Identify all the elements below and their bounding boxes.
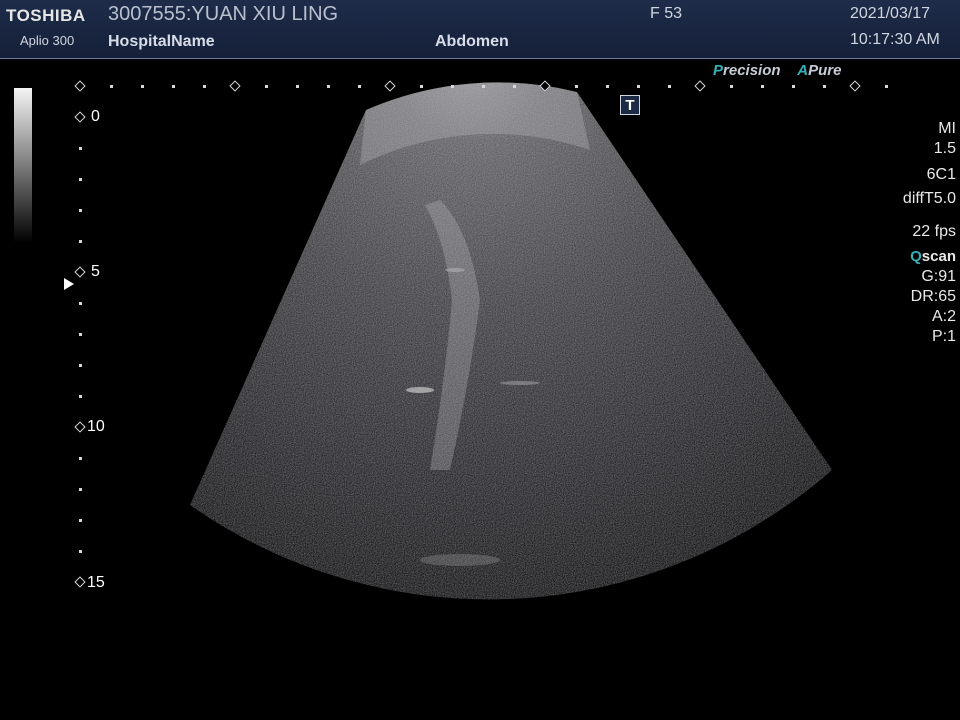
depth-scale-minor-tick [79, 333, 82, 336]
dynamic-range-value: DR:65 [910, 288, 956, 305]
lateral-scale-minor-tick [203, 85, 206, 88]
depth-label-5: 5 [91, 263, 100, 280]
lateral-scale-minor-tick [761, 85, 764, 88]
imaging-mode: diffT5.0 [902, 190, 956, 207]
precision-apure-badge: Precision APure [713, 62, 842, 79]
depth-label-15: 15 [87, 574, 105, 591]
hospital-name: HospitalName [108, 33, 215, 50]
header-bar: TOSHIBA Aplio 300 3007555:YUAN XIU LING … [0, 0, 960, 59]
depth-scale-minor-tick [79, 240, 82, 243]
brand-logo: TOSHIBA [6, 6, 86, 25]
lateral-scale-minor-tick [141, 85, 144, 88]
depth-scale-minor-tick [79, 395, 82, 398]
lateral-scale-minor-tick [296, 85, 299, 88]
depth-scale-minor-tick [79, 488, 82, 491]
qscan-label: Qscan [910, 248, 956, 265]
gain-value: G:91 [921, 268, 956, 285]
lateral-scale-minor-tick [637, 85, 640, 88]
depth-scale-minor-tick [79, 209, 82, 212]
lateral-scale-minor-tick [110, 85, 113, 88]
lateral-scale-minor-tick [606, 85, 609, 88]
lateral-scale-minor-tick [358, 85, 361, 88]
lateral-scale-minor-tick [451, 85, 454, 88]
depth-scale-minor-tick [79, 302, 82, 305]
lateral-scale-minor-tick [513, 85, 516, 88]
probe-orientation-marker-icon: T [620, 95, 640, 115]
p-value: P:1 [931, 328, 956, 345]
exam-date: 2021/03/17 [850, 5, 931, 22]
lateral-scale-minor-tick [265, 85, 268, 88]
mi-value: 1.5 [933, 140, 956, 157]
device-model: Aplio 300 [20, 33, 75, 48]
depth-label-10: 10 [87, 418, 105, 435]
lateral-scale-minor-tick [420, 85, 423, 88]
exam-region: Abdomen [435, 33, 509, 50]
lateral-scale-minor-tick [172, 85, 175, 88]
lateral-scale-minor-tick [668, 85, 671, 88]
depth-scale-minor-tick [79, 519, 82, 522]
depth-scale-minor-tick [79, 364, 82, 367]
depth-scale-minor-tick [79, 457, 82, 460]
lateral-scale-minor-tick [482, 85, 485, 88]
frame-number: F 53 [650, 5, 683, 22]
lateral-scale-minor-tick [730, 85, 733, 88]
lateral-scale-minor-tick [327, 85, 330, 88]
focus-arrow-icon [64, 278, 74, 290]
a-value: A:2 [931, 308, 956, 325]
lateral-scale-minor-tick [823, 85, 826, 88]
depth-scale-minor-tick [79, 147, 82, 150]
lateral-scale-minor-tick [792, 85, 795, 88]
depth-scale-minor-tick [79, 550, 82, 553]
ultrasound-sector-image [190, 82, 832, 600]
depth-label-0: 0 [91, 108, 100, 125]
lateral-scale-minor-tick [885, 85, 888, 88]
grayscale-bar [14, 88, 32, 243]
frame-rate: 22 fps [912, 223, 956, 240]
probe-model: 6C1 [926, 166, 956, 183]
mi-label: MI [938, 120, 956, 137]
patient-id-name: 3007555:YUAN XIU LING [108, 3, 339, 25]
exam-time: 10:17:30 AM [850, 31, 940, 48]
depth-scale-minor-tick [79, 178, 82, 181]
lateral-scale-minor-tick [575, 85, 578, 88]
